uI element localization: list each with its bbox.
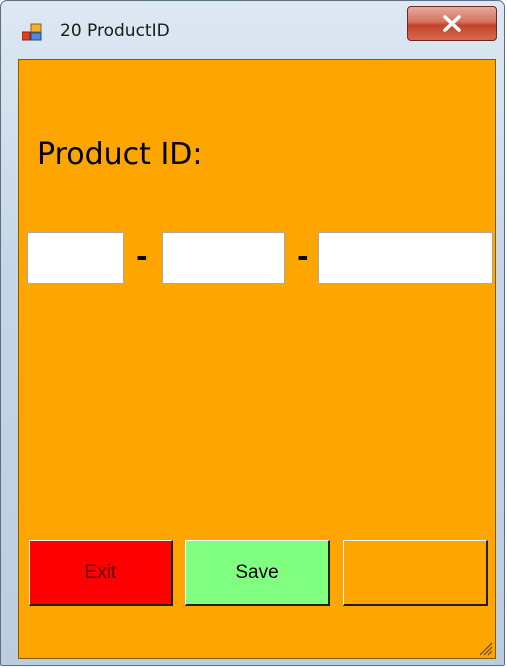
window-title: 20 ProductID (60, 21, 170, 41)
close-button[interactable] (407, 6, 497, 41)
save-button[interactable]: Save (185, 540, 330, 606)
separator-dash-2: - (297, 240, 309, 273)
unlabeled-button[interactable] (343, 540, 488, 606)
product-id-part-2-input[interactable] (162, 232, 285, 284)
form-client-area: Product ID: - - Exit Save (18, 59, 496, 659)
app-icon (21, 23, 42, 41)
product-id-part-3-input[interactable] (318, 232, 493, 284)
product-id-label: Product ID: (37, 137, 203, 172)
close-icon (408, 7, 496, 40)
exit-button[interactable]: Exit (29, 540, 173, 606)
size-grip-icon[interactable] (477, 640, 493, 656)
separator-dash-1: - (136, 240, 148, 273)
title-bar[interactable]: 20 ProductID (1, 1, 504, 59)
app-window: 20 ProductID Product ID: - - Exit Save (0, 0, 505, 666)
product-id-part-1-input[interactable] (27, 232, 124, 284)
